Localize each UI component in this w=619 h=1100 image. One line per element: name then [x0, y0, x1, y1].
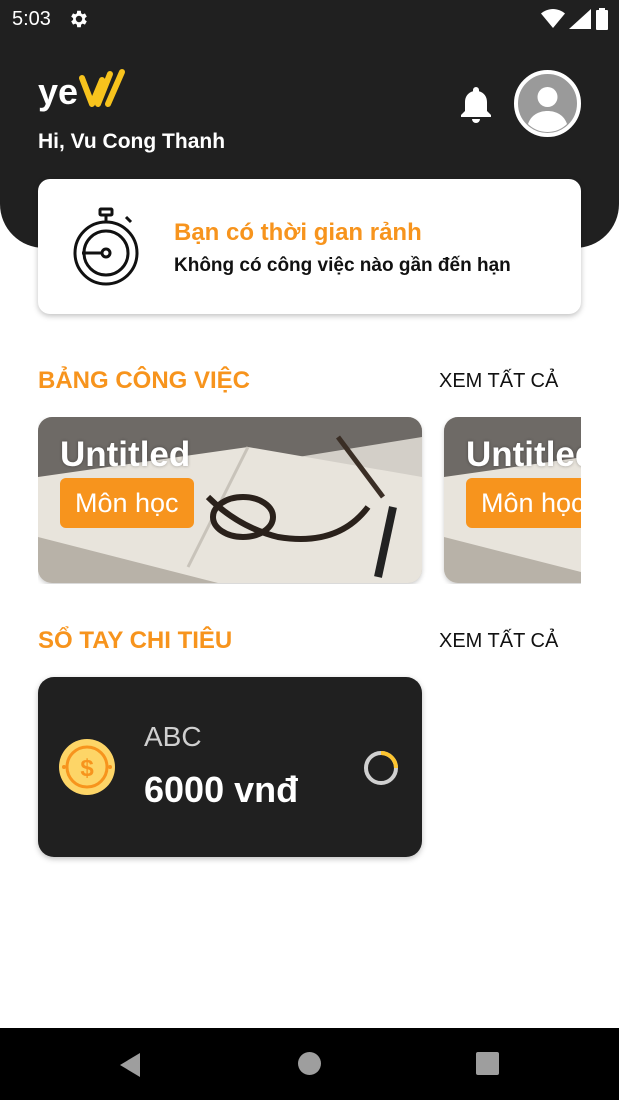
- navigation-bar: [0, 1028, 619, 1100]
- task-card[interactable]: Untitled Môn học: [38, 417, 422, 583]
- task-card-tag: Môn học: [466, 478, 581, 528]
- free-time-title: Bạn có thời gian rảnh: [174, 219, 422, 246]
- status-icons: [541, 8, 609, 30]
- svg-text:ye: ye: [38, 71, 78, 112]
- recent-apps-icon[interactable]: [476, 1052, 499, 1075]
- battery-icon: [596, 8, 608, 30]
- signal-icon: [569, 9, 591, 29]
- free-time-card[interactable]: Bạn có thời gian rảnh Không có công việc…: [38, 179, 581, 314]
- status-time: 5:03: [12, 8, 51, 30]
- free-time-subtitle: Không có công việc nào gần đến hạn: [174, 255, 511, 276]
- stopwatch-icon: [73, 207, 139, 286]
- task-card[interactable]: Untitled Môn học: [444, 417, 581, 583]
- screen: 5:03 ye Hi, Vu Cong Thanh Bạn có thời gi…: [0, 0, 619, 1100]
- task-card-title: Untitled: [60, 435, 191, 474]
- greeting-text: Hi, Vu Cong Thanh: [38, 130, 226, 153]
- app-logo: ye: [38, 69, 125, 112]
- avatar-icon: [528, 87, 567, 132]
- task-carousel[interactable]: Untitled Môn học Untitled Môn học: [38, 417, 581, 584]
- wifi-icon: [541, 9, 565, 28]
- coin-icon: $: [59, 739, 115, 795]
- task-board-see-all-link[interactable]: XEM TẤT CẢ: [439, 370, 558, 393]
- expense-card[interactable]: $ ABC 6000 vnđ: [38, 677, 422, 857]
- task-board-title: BẢNG CÔNG VIỆC: [38, 367, 251, 394]
- loading-spinner-icon: [364, 751, 398, 785]
- back-icon[interactable]: [118, 1052, 142, 1078]
- task-card-title: Untitled: [466, 435, 581, 474]
- task-card-tag: Môn học: [60, 478, 194, 528]
- home-icon[interactable]: [298, 1052, 321, 1075]
- bell-icon[interactable]: [458, 84, 494, 124]
- expense-amount: 6000 vnđ: [144, 769, 299, 810]
- expense-book-title: SỔ TAY CHI TIÊU: [38, 627, 233, 654]
- svg-text:$: $: [80, 755, 94, 782]
- avatar[interactable]: [514, 70, 581, 137]
- status-bar: 5:03: [0, 0, 619, 38]
- expense-book-see-all-link[interactable]: XEM TẤT CẢ: [439, 630, 558, 653]
- gear-icon: [71, 10, 87, 28]
- expense-name: ABC: [144, 721, 202, 752]
